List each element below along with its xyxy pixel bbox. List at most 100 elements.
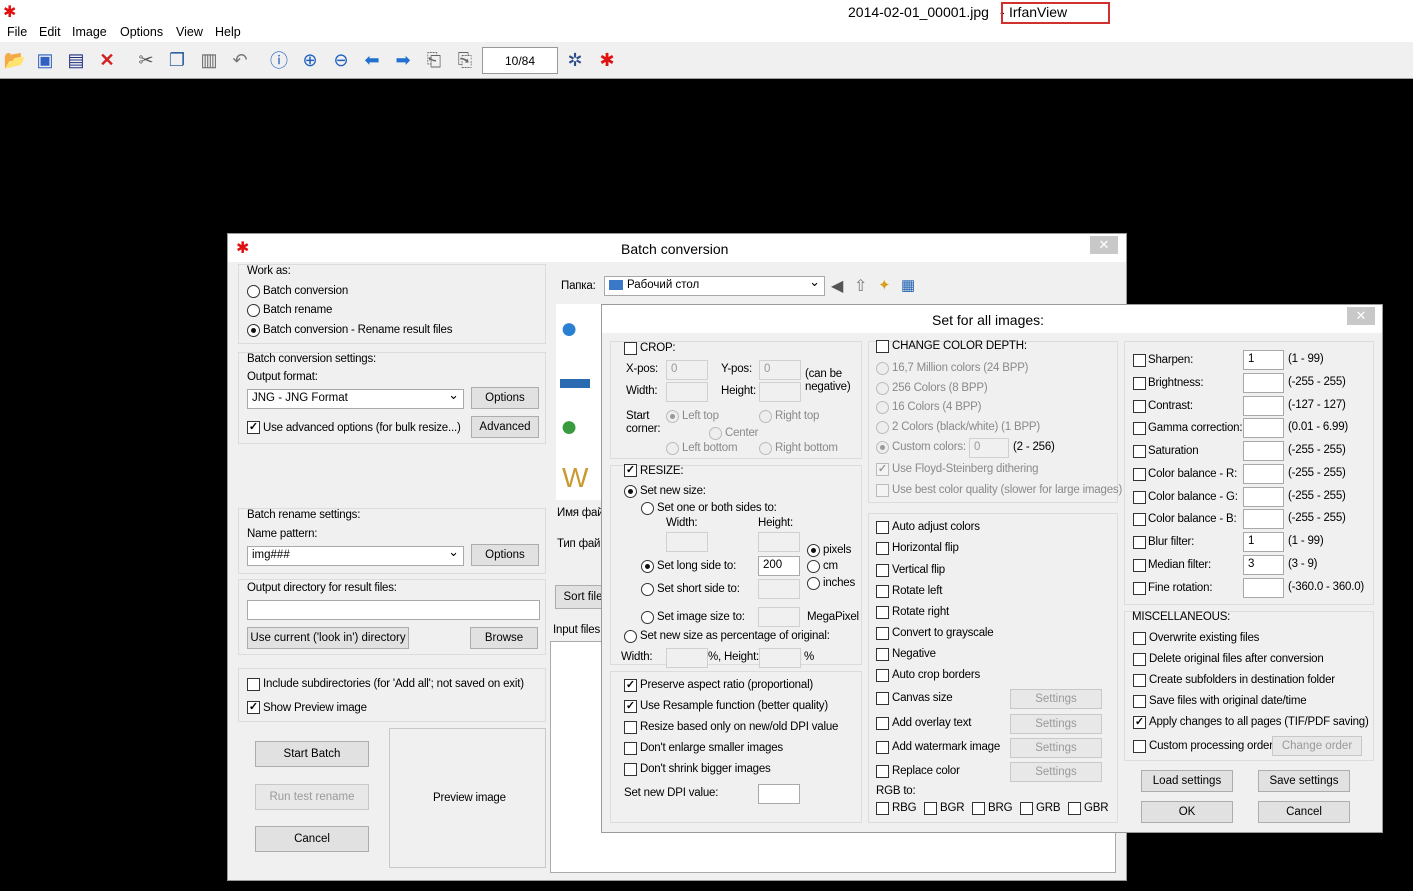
fine-rotation-checkbox[interactable] [1133,582,1146,595]
run-test-rename-button[interactable]: Run test rename [255,784,369,810]
brightness-checkbox[interactable] [1133,377,1146,390]
setall-close-button[interactable]: ✕ [1347,307,1375,325]
zoom-in-icon[interactable]: ⊕ [298,48,322,72]
hflip-checkbox[interactable] [876,542,889,555]
fine-rotation-input[interactable] [1243,578,1284,598]
sharpen-checkbox[interactable] [1133,354,1146,367]
radio-long-side[interactable] [641,560,654,573]
include-subdirs-checkbox[interactable] [247,678,260,691]
saturation-input[interactable] [1243,441,1284,461]
name-pattern-select[interactable]: img### [247,544,464,566]
output-dir-input[interactable] [247,600,540,620]
show-preview-checkbox[interactable]: ✓ [247,701,260,714]
first-page-icon[interactable]: ⎗ [422,48,446,72]
view-menu-icon[interactable]: ▦ [901,276,915,294]
copy-icon[interactable]: ❐ [165,48,189,72]
blur-filter-checkbox[interactable] [1133,536,1146,549]
advanced-button[interactable]: Advanced [471,416,539,438]
previous-icon[interactable]: ⬅ [360,48,384,72]
radio-one-or-both[interactable] [641,502,654,515]
vflip-checkbox[interactable] [876,564,889,577]
radio-image-size[interactable] [641,611,654,624]
new-folder-icon[interactable]: ✦ [878,276,891,294]
next-icon[interactable]: ➡ [391,48,415,72]
blur-filter-input[interactable]: 1 [1243,532,1284,552]
contrast-checkbox[interactable] [1133,400,1146,413]
median-filter-input[interactable]: 3 [1243,555,1284,575]
crop-height-input[interactable] [759,382,801,402]
save-icon[interactable]: ▤ [64,48,88,72]
rgb-grb-checkbox[interactable] [1020,802,1033,815]
dont-enlarge-checkbox[interactable] [624,742,637,755]
setall-cancel-button[interactable]: Cancel [1258,801,1350,823]
radio-cm[interactable] [807,560,820,573]
advanced-options-checkbox[interactable]: ✓ [247,421,260,434]
radio-percentage[interactable] [624,630,637,643]
menu-edit[interactable]: Edit [39,25,61,39]
save-settings-button[interactable]: Save settings [1258,770,1350,792]
brightness-input[interactable] [1243,373,1284,393]
create-subfolders-checkbox[interactable] [1133,674,1146,687]
radio-inches[interactable] [807,577,820,590]
radio-short-side[interactable] [641,583,654,596]
canvas-size-checkbox[interactable] [876,692,889,705]
delete-original-checkbox[interactable] [1133,653,1146,666]
ok-button[interactable]: OK [1141,801,1233,823]
slideshow-icon[interactable]: ▣ [33,48,57,72]
format-options-button[interactable]: Options [471,387,539,409]
color-balance-b-checkbox[interactable] [1133,513,1146,526]
dpi-input[interactable] [758,784,800,804]
watermark-settings-button[interactable]: Settings [1010,738,1102,758]
custom-order-checkbox[interactable] [1133,740,1146,753]
pct-height-input[interactable] [759,648,801,668]
sharpen-input[interactable]: 1 [1243,350,1284,370]
crop-width-input[interactable] [666,382,708,402]
use-current-dir-button[interactable]: Use current ('look in') directory [247,627,409,649]
original-date-checkbox[interactable] [1133,695,1146,708]
image-size-input[interactable] [758,607,800,627]
rgb-brg-checkbox[interactable] [972,802,985,815]
radio-8bpp[interactable] [876,382,889,395]
radio-4bpp[interactable] [876,401,889,414]
rgb-rbg-checkbox[interactable] [876,802,889,815]
color-balance-g-input[interactable] [1243,487,1284,507]
radio-batch-conversion[interactable] [247,285,260,298]
auto-adjust-checkbox[interactable] [876,521,889,534]
radio-batch-conv-rename[interactable] [247,324,260,337]
menu-file[interactable]: File [7,25,27,39]
replace-color-checkbox[interactable] [876,765,889,778]
rgb-bgr-checkbox[interactable] [924,802,937,815]
page-counter[interactable]: 10/84 [482,47,558,74]
short-side-input[interactable] [758,579,800,599]
undo-icon[interactable]: ↶ [228,48,252,72]
rename-options-button[interactable]: Options [471,544,539,566]
rotate-left-checkbox[interactable] [876,585,889,598]
browse-button[interactable]: Browse [470,627,538,649]
overlay-text-checkbox[interactable] [876,717,889,730]
radio-right-top[interactable] [759,410,772,423]
overlay-settings-button[interactable]: Settings [1010,714,1102,734]
next-page-icon[interactable]: ⎘ [453,48,477,72]
overwrite-checkbox[interactable] [1133,632,1146,645]
crop-ypos-input[interactable]: 0 [759,360,801,380]
gamma-correction-input[interactable] [1243,418,1284,438]
radio-set-new-size[interactable] [624,485,637,498]
radio-left-bottom[interactable] [666,442,679,455]
canvas-settings-button[interactable]: Settings [1010,689,1102,709]
output-format-select[interactable]: JNG - JNG Format [247,387,464,409]
watermark-checkbox[interactable] [876,741,889,754]
zoom-out-icon[interactable]: ⊖ [329,48,353,72]
cut-icon[interactable]: ✂ [134,48,158,72]
menu-image[interactable]: Image [72,25,107,39]
radio-1bpp[interactable] [876,421,889,434]
pct-width-input[interactable] [666,648,708,668]
start-batch-button[interactable]: Start Batch [255,741,369,767]
radio-pixels[interactable] [807,544,820,557]
menu-view[interactable]: View [176,25,203,39]
apply-all-pages-checkbox[interactable]: ✓ [1133,716,1146,729]
radio-batch-rename[interactable] [247,304,260,317]
long-side-input[interactable]: 200 [758,556,800,576]
load-settings-button[interactable]: Load settings [1141,770,1233,792]
gamma-correction-checkbox[interactable] [1133,422,1146,435]
median-filter-checkbox[interactable] [1133,559,1146,572]
